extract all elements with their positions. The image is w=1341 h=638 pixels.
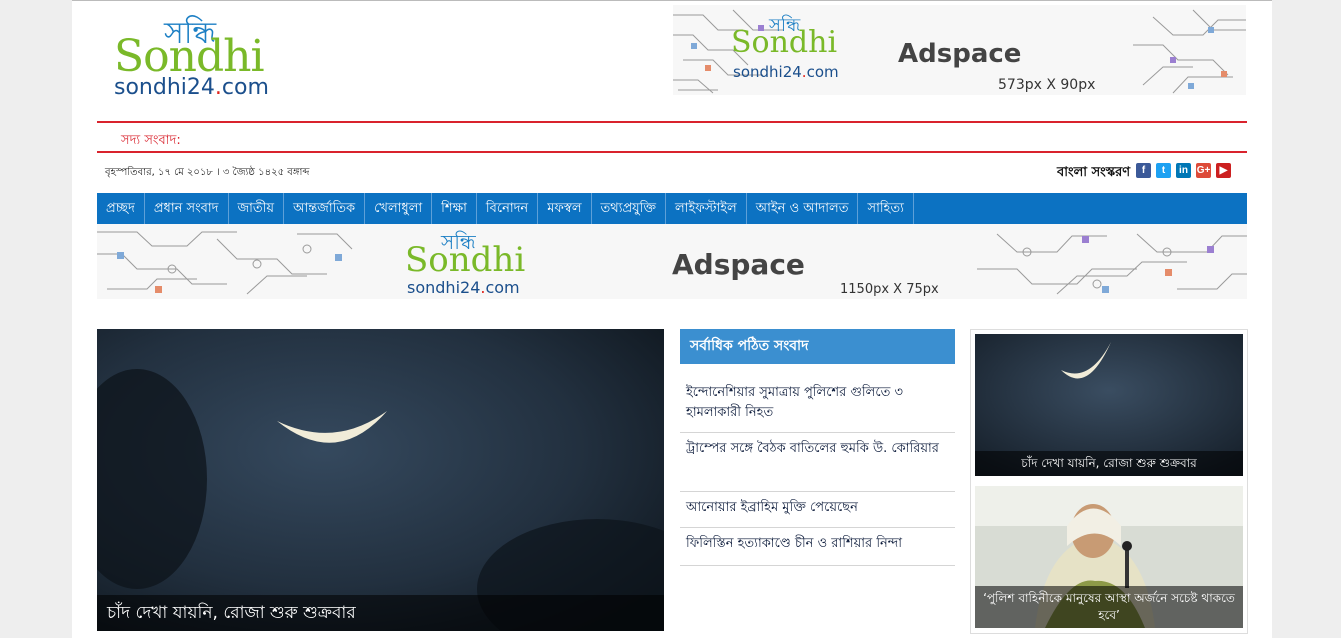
page: সন্ধি Sondhi sondhi24.com সন্ধি Sondhi s… [72, 0, 1272, 638]
middle-adspace-banner[interactable]: সন্ধি Sondhi sondhi24.com Adspace 1150px… [97, 224, 1247, 299]
current-date: বৃহস্পতিবার, ১৭ মে ২০১৮ । ৩ জ্যৈষ্ঠ ১৪২৫… [105, 167, 310, 178]
most-read-item[interactable]: ইন্দোনেশিয়ার সুমাত্রায় পুলিশের গুলিতে … [680, 379, 955, 433]
breaking-news-label: সদ্য সংবাদ: [121, 133, 181, 148]
nav-item-lifestyle[interactable]: লাইফস্টাইল [666, 193, 747, 224]
lead-story-caption: চাঁদ দেখা যায়নি, রোজা শুরু শুক্রবার [97, 595, 664, 631]
side-story[interactable]: চাঁদ দেখা যায়নি, রোজা শুরু শুক্রবার [975, 334, 1243, 476]
side-stories: চাঁদ দেখা যায়নি, রোজা শুরু শুক্রবার ‘পু… [970, 329, 1248, 634]
logo-domain-name: sondhi24 [114, 75, 215, 100]
ad-top-logo-domain-name: sondhi24 [733, 63, 802, 81]
nav-item-main-news[interactable]: প্রধান সংবাদ [145, 193, 229, 224]
nav-item-education[interactable]: শিক্ষা [432, 193, 477, 224]
ad-top-logo: সন্ধি Sondhi sondhi24.com [731, 11, 861, 91]
ad-top-size: 573px X 90px [998, 77, 1096, 93]
linkedin-icon[interactable]: in [1176, 163, 1191, 178]
youtube-icon[interactable]: ▶ [1216, 163, 1231, 178]
nav-item-districts[interactable]: মফস্বল [538, 193, 592, 224]
side-story-caption: চাঁদ দেখা যায়নি, রোজা শুরু শুক্রবার [975, 451, 1243, 476]
logo-domain-dot: . [214, 75, 222, 100]
ad-mid-logo-domain: sondhi24.com [407, 278, 520, 297]
crescent-moon-image [97, 329, 664, 631]
ad-mid-logo-domain-tld: com [485, 278, 520, 297]
side-story-caption: ‘পুলিশ বাহিনীকে মানুষের আস্থা অর্জনে সচে… [975, 586, 1243, 628]
nav-item-entertainment[interactable]: বিনোদন [477, 193, 539, 224]
most-read-item[interactable]: আনোয়ার ইব্রাহিম মুক্তি পেয়েছেন [680, 496, 955, 528]
nav-item-sports[interactable]: খেলাধুলা [365, 193, 433, 224]
ad-mid-logo: সন্ধি Sondhi sondhi24.com [405, 228, 555, 298]
nav-item-law-courts[interactable]: আইন ও আদালত [747, 193, 859, 224]
logo-domain-tld: com [221, 75, 269, 100]
ad-top-logo-domain: sondhi24.com [733, 63, 839, 81]
nav-item-home[interactable]: প্রচ্ছদ [97, 193, 145, 224]
google-plus-icon[interactable]: G+ [1196, 163, 1211, 178]
social-links: f t in G+ ▶ [1136, 163, 1231, 179]
nav-item-national[interactable]: জাতীয় [229, 193, 285, 224]
nav-item-international[interactable]: আন্তর্জাতিক [284, 193, 366, 224]
most-read-item[interactable]: ট্রাম্পের সঙ্গে বৈঠক বাতিলের হুমকি উ. কো… [680, 437, 955, 492]
logo-domain: sondhi24.com [114, 75, 269, 100]
ad-top-title: Adspace [898, 39, 1022, 69]
most-read-panel: সর্বাধিক পঠিত সংবাদ ইন্দোনেশিয়ার সুমাত্… [680, 329, 955, 569]
ad-mid-size: 1150px X 75px [840, 282, 939, 297]
nav-item-technology[interactable]: তথ্যপ্রযুক্তি [592, 193, 666, 224]
nav-item-literature[interactable]: সাহিত্য [858, 193, 914, 224]
most-read-item[interactable]: ফিলিস্তিন হত্যাকাণ্ডে চীন ও রাশিয়ার নিন… [680, 532, 955, 566]
ad-top-logo-english: Sondhi [731, 25, 838, 60]
facebook-icon[interactable]: f [1136, 163, 1151, 178]
side-story[interactable]: ‘পুলিশ বাহিনীকে মানুষের আস্থা অর্জনে সচে… [975, 486, 1243, 628]
most-read-title: সর্বাধিক পঠিত সংবাদ [680, 329, 955, 364]
breaking-news-bar: সদ্য সংবাদ: [97, 121, 1247, 153]
main-nav: প্রচ্ছদ প্রধান সংবাদ জাতীয় আন্তর্জাতিক … [97, 193, 1247, 224]
ad-mid-title: Adspace [672, 248, 805, 281]
twitter-icon[interactable]: t [1156, 163, 1171, 178]
ad-mid-logo-english: Sondhi [405, 240, 526, 280]
top-adspace-banner[interactable]: সন্ধি Sondhi sondhi24.com Adspace 573px … [673, 5, 1246, 95]
ad-mid-logo-domain-name: sondhi24 [407, 278, 481, 297]
lead-story[interactable]: চাঁদ দেখা যায়নি, রোজা শুরু শুক্রবার [97, 329, 664, 631]
edition-link[interactable]: বাংলা সংস্করণ [1057, 163, 1130, 184]
ad-top-logo-domain-tld: com [806, 63, 839, 81]
site-logo[interactable]: সন্ধি Sondhi sondhi24.com [114, 9, 314, 104]
